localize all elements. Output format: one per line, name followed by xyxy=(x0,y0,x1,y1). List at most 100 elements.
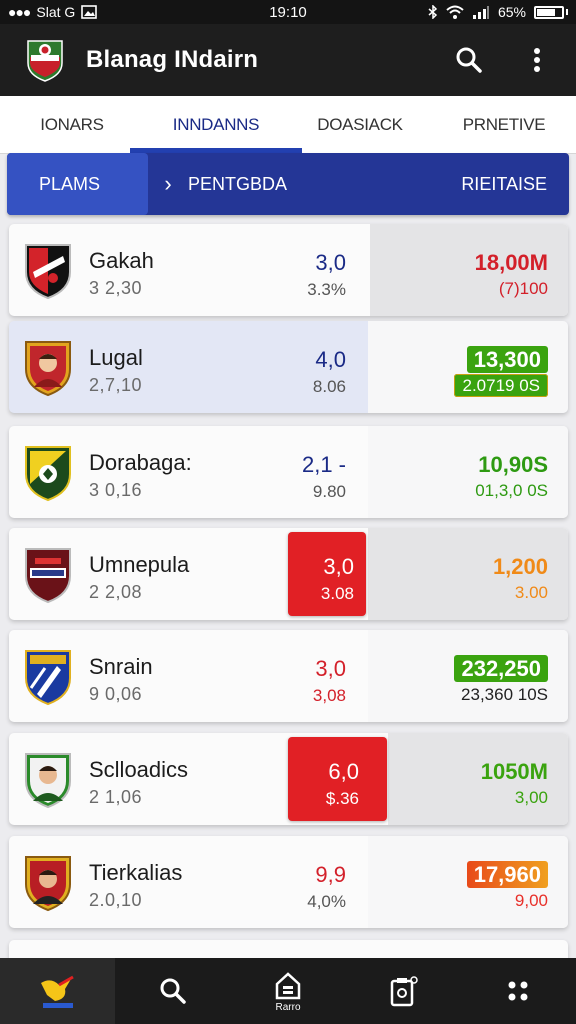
price-pill: 17,960 xyxy=(466,861,548,888)
filter-rieitaise-button[interactable]: RIEITAISE xyxy=(461,174,569,195)
tab-doasiack[interactable]: DOASIACK xyxy=(288,96,432,153)
chevron-right-icon: › xyxy=(164,171,172,196)
team-stat: 2 1,06 xyxy=(89,787,143,807)
battery-percent: 65% xyxy=(497,4,526,20)
price-value: 18,00M xyxy=(474,250,548,275)
tab-ionars[interactable]: IONARS xyxy=(0,96,144,153)
team-crest-icon xyxy=(25,856,71,912)
team-row[interactable]: Sclloadics 2 1,06 6,0 $.36 1050M 3,00 xyxy=(9,733,568,825)
tab-label: INNDANNS xyxy=(172,114,260,134)
tab-bar: IONARS INNDANNS DOASIACK PRNETIVE xyxy=(0,96,576,154)
price-value: 1050M xyxy=(480,759,548,784)
team-name: Umnepula xyxy=(89,552,190,577)
score-sub: 4,0% xyxy=(307,892,346,911)
price-pill: 13,300 xyxy=(466,346,548,373)
price-sub: 3,00 xyxy=(514,788,548,807)
bird-icon xyxy=(40,975,74,1008)
price-value: 13,300 xyxy=(466,346,548,373)
more-options-button[interactable] xyxy=(520,43,554,77)
team-name: Lugal xyxy=(89,345,143,370)
price-sub: 9,00 xyxy=(514,891,548,910)
filter-pentgbda-button[interactable]: PENTGBDA xyxy=(188,174,287,195)
score-value: 3,0 xyxy=(315,250,346,275)
team-crest-icon xyxy=(25,341,71,397)
price-sub: 3.00 xyxy=(514,583,548,602)
team-crest-icon xyxy=(25,446,71,502)
wifi-icon xyxy=(446,5,464,19)
team-name: Gakah xyxy=(89,248,154,273)
score-sub: 9.80 xyxy=(312,482,346,501)
price-value: 1,200 xyxy=(492,554,548,579)
clipboard-icon xyxy=(390,976,418,1007)
team-row[interactable]: Lugal 2,7,10 4,0 8.06 13,300 2.0719 0S xyxy=(9,321,568,413)
tab-prnetive[interactable]: PRNETIVE xyxy=(432,96,576,153)
score-value: 3,0 xyxy=(315,656,346,681)
more-vertical-icon xyxy=(534,48,540,72)
price-sub: (7)100 xyxy=(498,279,548,298)
score-sub: 3.08 xyxy=(320,584,354,603)
tab-label: IONARS xyxy=(40,114,104,134)
score-sub: 8.06 xyxy=(312,377,346,396)
price-sub: 01,3,0 0S xyxy=(475,481,548,500)
team-stat: 3 0,16 xyxy=(89,480,143,500)
price-sub-pill: 2.0719 0S xyxy=(454,374,548,397)
carrier-label: Slat G xyxy=(36,4,76,20)
battery-tip xyxy=(566,9,568,15)
team-stat: 9 0,06 xyxy=(89,684,143,704)
team-crest-icon xyxy=(25,753,71,809)
filter-plams-button[interactable]: PLAMS xyxy=(7,153,148,215)
price-sub: 23,360 10S xyxy=(461,685,548,704)
score-sub: 3.3% xyxy=(307,280,346,299)
team-row[interactable]: Dorabaga: 3 0,16 2,1 - 9.80 10,90S 01,3,… xyxy=(9,426,568,518)
nav-home[interactable]: Rarro xyxy=(230,958,345,1024)
highlight-block: 6,0 $.36 xyxy=(288,737,387,821)
score-sub: $.36 xyxy=(325,789,359,808)
team-stat: 2.0,10 xyxy=(89,890,143,910)
score-sub: 3,08 xyxy=(312,686,346,705)
score-value: 6,0 xyxy=(328,759,359,784)
search-button[interactable] xyxy=(452,43,486,77)
team-stat: 2,7,10 xyxy=(89,375,143,395)
app-bar: Blanag INdairn xyxy=(0,24,576,96)
score-value: 2,1 - xyxy=(301,452,346,477)
status-bar: ●●● Slat G 19:10 65% xyxy=(0,0,576,24)
score-value: 9,9 xyxy=(315,862,346,887)
app-title: Blanag INdairn xyxy=(86,46,259,73)
team-stat: 2 2,08 xyxy=(89,582,143,602)
nav-home-bird[interactable] xyxy=(0,958,116,1024)
search-icon xyxy=(456,47,482,73)
grid-icon xyxy=(508,981,528,1001)
bottom-nav: Rarro xyxy=(0,958,576,1024)
nav-search[interactable] xyxy=(115,958,230,1024)
price-value: 17,960 xyxy=(466,861,548,888)
nav-more[interactable] xyxy=(461,958,576,1024)
nav-clipboard[interactable] xyxy=(346,958,461,1024)
team-crest-icon xyxy=(25,650,71,706)
team-crest-icon xyxy=(25,244,71,300)
club-logo-icon xyxy=(27,40,63,82)
highlight-block: 3,0 3.08 xyxy=(288,532,366,616)
team-crest-icon xyxy=(25,548,71,604)
team-row[interactable]: Tierkalias 2.0,10 9,9 4,0% 17,960 9,00 xyxy=(9,836,568,928)
score-value: 3,0 xyxy=(323,554,354,579)
tab-inndanns[interactable]: INNDANNS xyxy=(130,96,302,153)
home-icon xyxy=(275,971,301,999)
nav-label: Rarro xyxy=(275,1001,301,1013)
team-row[interactable]: Snrain 9 0,06 3,0 3,08 232,250 23,360 10… xyxy=(9,630,568,722)
battery-icon xyxy=(534,5,564,19)
team-row[interactable]: Umnepula 2 2,08 3,0 3.08 1,200 3.00 xyxy=(9,528,568,620)
team-row[interactable]: Gakah 3 2,30 3,0 3.3% 18,00M (7)100 xyxy=(9,224,568,316)
team-name: Snrain xyxy=(89,654,153,679)
score-value: 4,0 xyxy=(315,347,346,372)
image-icon xyxy=(81,5,98,19)
price-value: 10,90S xyxy=(478,452,548,477)
team-name: Sclloadics xyxy=(89,757,189,782)
search-icon xyxy=(160,978,186,1004)
price-value: 232,250 xyxy=(454,655,548,682)
signal-dots-icon: ●●● xyxy=(8,4,31,20)
tab-label: DOASIACK xyxy=(317,114,403,134)
bluetooth-icon xyxy=(428,5,438,19)
price-sub: 2.0719 0S xyxy=(454,374,548,397)
filter-bar: PLAMS › PENTGBDA RIEITAISE xyxy=(7,153,569,215)
tab-label: PRNETIVE xyxy=(462,114,546,134)
